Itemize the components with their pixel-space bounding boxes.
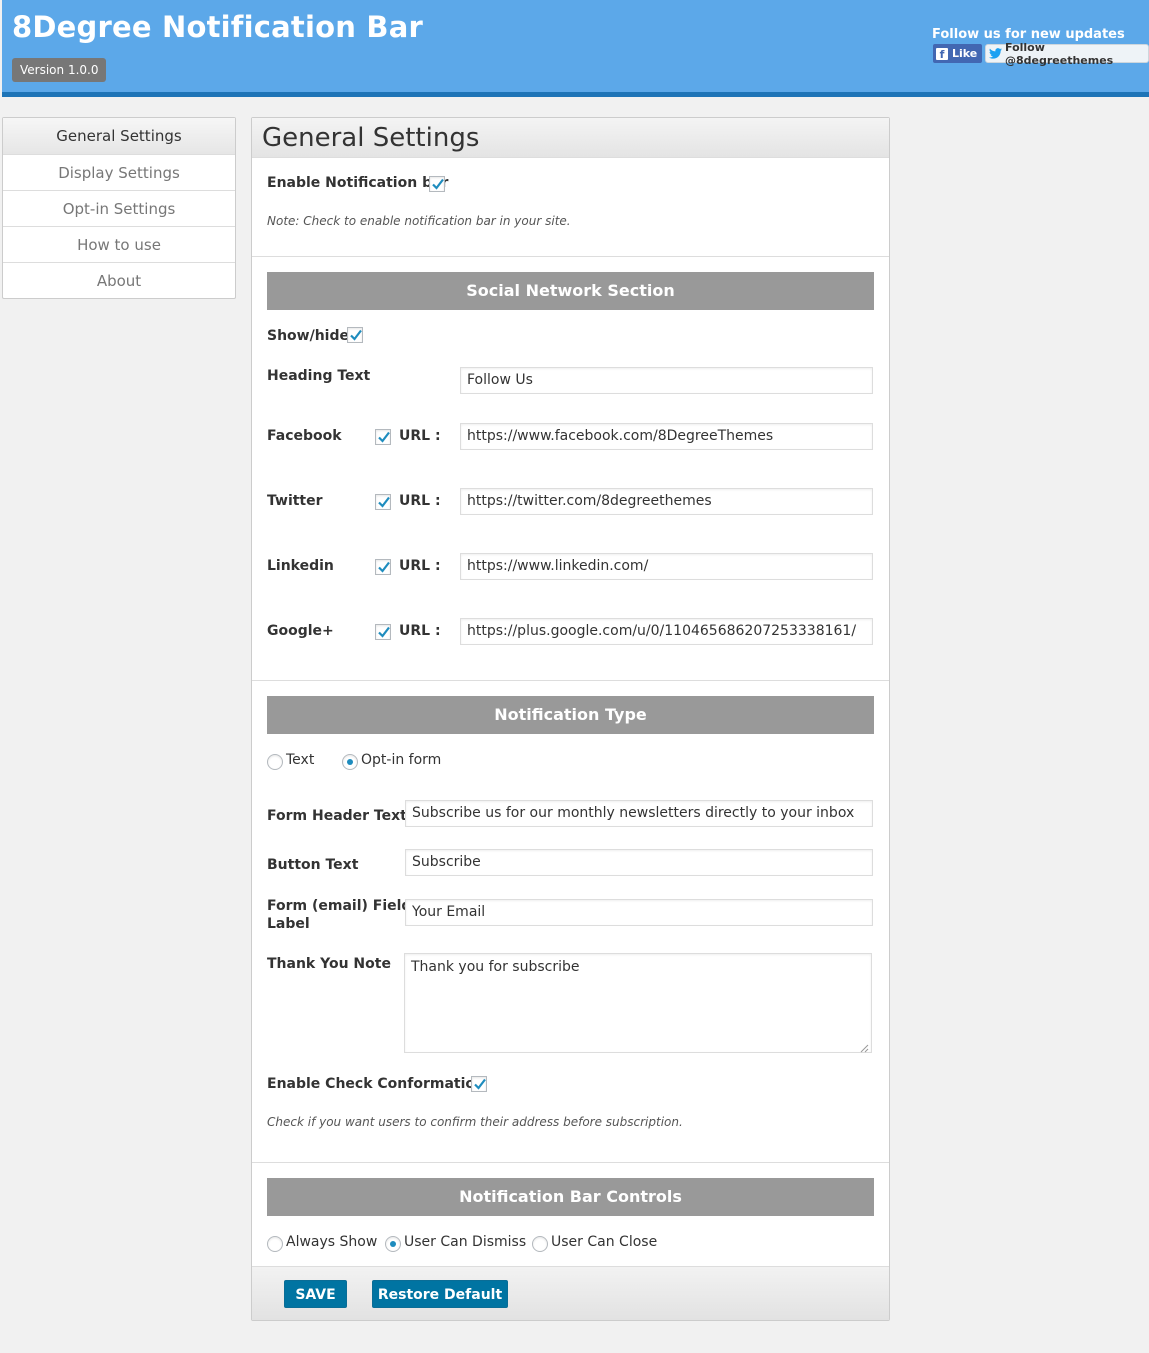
linkedin-label: Linkedin	[267, 558, 334, 574]
linkedin-url-input[interactable]: https://www.linkedin.com/	[460, 553, 873, 580]
thank-you-note-label: Thank You Note	[267, 956, 391, 972]
linkedin-checkbox[interactable]	[375, 559, 391, 575]
type-optin-label: Opt-in form	[361, 752, 442, 768]
enable-notification-label: Enable Notification bar	[267, 175, 449, 191]
panel-footer: SAVE Restore Default	[252, 1266, 889, 1320]
twitter-follow-button[interactable]: Follow @8degreethemes	[985, 41, 1149, 67]
user-can-close-radio[interactable]	[532, 1236, 548, 1252]
form-header-label: Form Header Text	[267, 808, 407, 824]
user-can-dismiss-radio[interactable]	[385, 1236, 401, 1252]
heading-text-label: Heading Text	[267, 368, 371, 384]
facebook-label: Facebook	[267, 428, 342, 444]
app-header: 8Degree Notification Bar Version 1.0.0 F…	[2, 0, 1149, 97]
enable-check-confirmation-checkbox[interactable]	[471, 1076, 487, 1092]
email-field-label: Form (email) Field	[267, 898, 412, 914]
sidebar-item-general-settings[interactable]: General Settings	[3, 118, 235, 154]
always-show-label: Always Show	[286, 1234, 378, 1250]
enable-notification-note: Note: Check to enable notification bar i…	[267, 214, 571, 228]
button-text-input[interactable]: Subscribe	[405, 849, 873, 876]
type-text-radio[interactable]	[267, 754, 283, 770]
settings-sidebar: General Settings Display Settings Opt-in…	[2, 117, 236, 299]
twitter-bird-icon	[989, 48, 1002, 59]
form-header-input[interactable]: Subscribe us for our monthly newsletters…	[405, 800, 873, 827]
section-divider	[252, 1162, 889, 1163]
heading-text-input[interactable]: Follow Us	[460, 367, 873, 394]
email-field-label-input[interactable]: Your Email	[405, 899, 873, 926]
checkmark-icon	[432, 178, 444, 190]
checkmark-icon	[350, 329, 362, 341]
restore-default-button[interactable]: Restore Default	[372, 1280, 508, 1308]
notification-bar-controls-section-header: Notification Bar Controls	[267, 1178, 874, 1216]
facebook-checkbox[interactable]	[375, 429, 391, 445]
confirmation-note: Check if you want users to confirm their…	[267, 1115, 683, 1129]
user-can-close-label: User Can Close	[551, 1234, 658, 1250]
section-divider	[252, 680, 889, 681]
googleplus-checkbox[interactable]	[375, 624, 391, 640]
sidebar-item-optin-settings[interactable]: Opt-in Settings	[3, 190, 235, 226]
sidebar-item-how-to-use[interactable]: How to use	[3, 226, 235, 262]
section-divider	[252, 256, 889, 257]
checkmark-icon	[378, 496, 390, 508]
twitter-label: Twitter	[267, 493, 323, 509]
facebook-url-label: URL :	[399, 428, 441, 444]
app-title: 8Degree Notification Bar	[12, 10, 423, 44]
notification-type-section-header: Notification Type	[267, 696, 874, 734]
resize-handle-icon[interactable]	[859, 1040, 869, 1058]
twitter-url-label: URL :	[399, 493, 441, 509]
facebook-icon: f	[936, 47, 948, 61]
twitter-checkbox[interactable]	[375, 494, 391, 510]
email-field-label-line2: Label	[267, 916, 310, 932]
type-text-label: Text	[286, 752, 315, 768]
checkmark-icon	[474, 1078, 486, 1090]
sidebar-item-about[interactable]: About	[3, 262, 235, 298]
linkedin-url-label: URL :	[399, 558, 441, 574]
version-badge: Version 1.0.0	[12, 58, 107, 82]
checkmark-icon	[378, 431, 390, 443]
facebook-like-label: Like	[952, 47, 978, 60]
button-text-label: Button Text	[267, 857, 359, 873]
show-hide-checkbox[interactable]	[347, 327, 363, 343]
facebook-like-button[interactable]: f Like	[933, 44, 983, 63]
type-optin-radio[interactable]	[342, 754, 358, 770]
save-button[interactable]: SAVE	[284, 1280, 347, 1308]
user-can-dismiss-label: User Can Dismiss	[404, 1234, 527, 1250]
page-title: General Settings	[262, 123, 480, 153]
panel-header: General Settings	[252, 118, 889, 158]
sidebar-item-display-settings[interactable]: Display Settings	[3, 154, 235, 190]
always-show-radio[interactable]	[267, 1236, 283, 1252]
social-network-section-header: Social Network Section	[267, 272, 874, 310]
twitter-follow-label: Follow @8degreethemes	[1005, 40, 1114, 67]
googleplus-label: Google+	[267, 623, 334, 639]
general-settings-panel: General Settings Enable Notification bar…	[251, 117, 890, 1321]
thank-you-note-textarea[interactable]: Thank you for subscribe	[404, 953, 872, 1053]
enable-notification-checkbox[interactable]	[429, 176, 445, 192]
checkmark-icon	[378, 561, 390, 573]
checkmark-icon	[378, 626, 390, 638]
googleplus-url-label: URL :	[399, 623, 441, 639]
show-hide-label: Show/hide	[267, 328, 349, 344]
facebook-url-input[interactable]: https://www.facebook.com/8DegreeThemes	[460, 423, 873, 450]
enable-check-confirmation-label: Enable Check Conformation	[267, 1076, 485, 1092]
googleplus-url-input[interactable]: https://plus.google.com/u/0/110465686207…	[460, 618, 873, 645]
twitter-url-input[interactable]: https://twitter.com/8degreethemes	[460, 488, 873, 515]
